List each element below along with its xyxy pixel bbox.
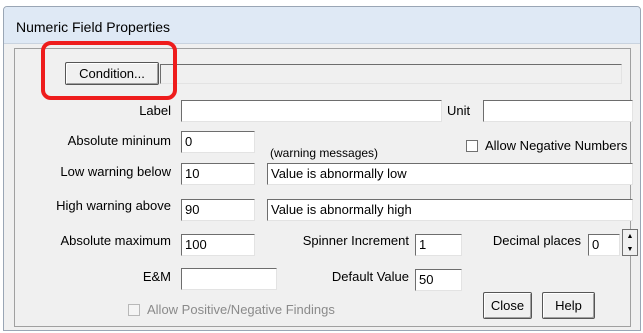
high-warning-input[interactable]: 90 [181,199,255,221]
absolute-maximum-label: Absolute maximum [60,233,171,248]
condition-display [160,64,622,84]
high-warning-message-input[interactable]: Value is abnormally high [267,199,633,221]
em-input[interactable] [181,268,277,290]
unit-input[interactable] [483,100,633,122]
absolute-maximum-input[interactable]: 100 [181,234,255,256]
decimal-places-label: Decimal places [492,233,581,248]
spinner-down-icon[interactable]: ▼ [623,243,637,255]
absolute-minimum-label: Absolute mininum [67,133,171,148]
label-input[interactable] [181,100,442,122]
low-warning-message-input[interactable]: Value is abnormally low [267,163,633,185]
label-field-label: Label [139,103,171,118]
spinner-increment-input[interactable]: 1 [415,234,462,256]
close-button[interactable]: Close [483,292,532,319]
default-value-label: Default Value [331,269,409,284]
absolute-minimum-input[interactable]: 0 [181,131,255,153]
warning-messages-heading: (warning messages) [270,146,379,160]
help-button[interactable]: Help [542,292,595,319]
low-warning-input[interactable]: 10 [181,163,255,185]
allow-negative-label: Allow Negative Numbers [485,138,628,153]
low-warning-label: Low warning below [60,164,171,179]
high-warning-label: High warning above [56,198,171,213]
allow-negative-checkbox[interactable] [466,140,478,152]
allow-findings-checkbox [128,304,140,316]
window-title: Numeric Field Properties [16,19,171,35]
em-label: E&M [142,269,171,284]
unit-label: Unit [447,103,471,118]
allow-findings-label: Allow Positive/Negative Findings [147,302,335,317]
condition-highlight-box [41,41,177,100]
decimal-places-input[interactable]: 0 [588,234,620,256]
spinner-up-icon[interactable]: ▲ [623,230,637,242]
decimal-places-spinner[interactable]: ▲ ▼ [622,229,638,256]
title-bar: Numeric Field Properties [4,7,640,44]
default-value-input[interactable]: 50 [415,269,462,291]
spinner-increment-label: Spinner Increment [302,233,409,248]
